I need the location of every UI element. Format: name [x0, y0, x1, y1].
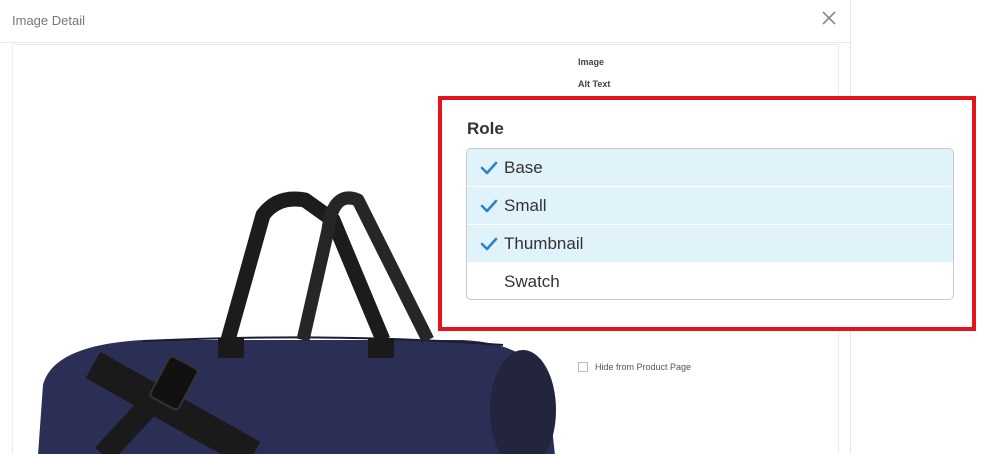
role-multiselect-list[interactable]: Base Small Thumbnail Swatch [466, 148, 954, 300]
screenshot-stage: Image Detail Image Alt Text Hide from Pr… [0, 0, 993, 454]
hide-from-product-page-label: Hide from Product Page [595, 362, 692, 372]
role-option-thumbnail[interactable]: Thumbnail [467, 225, 953, 263]
modal-title: Image Detail [12, 13, 85, 28]
close-icon[interactable] [820, 8, 840, 28]
role-option-label: Thumbnail [504, 234, 584, 253]
role-option-small[interactable]: Small [467, 187, 953, 225]
checkmark-icon [480, 160, 498, 176]
role-title: Role [467, 119, 504, 138]
role-option-label: Small [504, 196, 547, 215]
image-label: Image [578, 57, 605, 67]
modal-header: Image Detail [0, 0, 850, 43]
role-option-label: Swatch [504, 272, 560, 291]
hide-from-product-page-checkbox[interactable] [578, 362, 588, 372]
role-option-label: Base [504, 158, 543, 177]
checkmark-icon [480, 236, 498, 252]
checkmark-icon [480, 198, 498, 214]
hide-from-product-page-row[interactable]: Hide from Product Page [578, 362, 691, 372]
image-side-form: Image Alt Text [578, 55, 828, 99]
role-highlight-callout: Role Base Small Thumbnail Swatch [438, 96, 976, 331]
role-option-swatch[interactable]: Swatch [467, 263, 953, 299]
role-option-base[interactable]: Base [467, 149, 953, 187]
